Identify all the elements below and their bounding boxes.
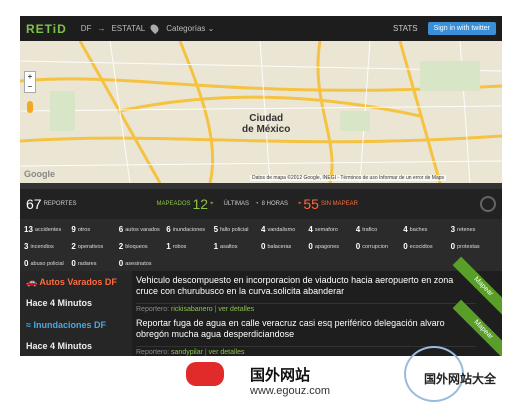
category-item[interactable]: 5 fallo policial	[214, 221, 261, 238]
categories-label: Categorías	[166, 24, 206, 33]
total-reports-label: REPORTES	[43, 201, 77, 207]
category-item[interactable]: 6 inundaciones	[166, 221, 213, 238]
category-item[interactable]: 3 incendios	[24, 238, 71, 255]
street-view-pegman-icon[interactable]	[27, 101, 33, 113]
report-category-panel: 🚗 Autos Varados DF Hace 4 Minutos	[20, 271, 132, 314]
watermark-right-text: 国外网站大全	[424, 372, 497, 386]
report-time: Hace 4 Minutos	[26, 341, 93, 351]
category-item[interactable]: 9 otros	[71, 221, 118, 238]
unmapped-label: SIN MAPEAR	[320, 201, 358, 207]
category-item[interactable]: 0 radares	[71, 255, 118, 272]
categories-dropdown[interactable]: Categorías ⌄	[166, 24, 214, 33]
reporter-label: Reportero:	[136, 349, 170, 356]
category-item[interactable]: 0 ecocidios	[403, 238, 450, 255]
category-item[interactable]: 0 balaceras	[261, 238, 308, 255]
zoom-in-button[interactable]: +	[25, 72, 35, 82]
total-reports-count: 67	[26, 196, 42, 212]
unmapped-count: 55	[303, 196, 319, 212]
zoom-control[interactable]: + −	[24, 71, 36, 93]
twitter-signin-button[interactable]: Sign in with twitter	[427, 22, 496, 35]
map-view[interactable]: Ciudad de México + − Google Datos de mapa…	[20, 41, 502, 183]
reporter-label: Reportero:	[136, 306, 170, 313]
map-attribution[interactable]: Datos de mapa ©2012 Google, INEGI - Térm…	[250, 175, 447, 181]
category-item[interactable]: 0 corrupcion	[356, 238, 403, 255]
breadcrumb-state[interactable]: ESTATAL	[111, 24, 145, 33]
category-item[interactable]: 3 retenes	[451, 221, 498, 238]
category-item[interactable]: 4 semaforo	[308, 221, 355, 238]
details-link[interactable]: ver detalles	[218, 306, 254, 313]
category-grid: 13 accidentes 9 otros 6 autos varados 6 inun…	[20, 219, 502, 271]
map-roads	[20, 41, 502, 183]
location-pin-icon[interactable]	[149, 22, 161, 35]
report-category-panel: ≈ Inundaciones DF Hace 4 Minutos	[20, 314, 132, 356]
zoom-out-button[interactable]: −	[25, 82, 35, 92]
category-item[interactable]: 2 operativos	[71, 238, 118, 255]
category-item[interactable]: 0 asesinatos	[119, 255, 166, 272]
geodata-logo	[480, 196, 496, 212]
category-item[interactable]: 0 protestas	[451, 238, 498, 255]
breadcrumb-arrow: →	[97, 24, 106, 33]
watermark-url: www.egouz.com	[250, 385, 331, 397]
hours-label: 8 HORAS	[261, 201, 288, 207]
watermark-logo-icon	[186, 362, 224, 386]
watermark-title: 国外网站	[250, 367, 311, 384]
report-category[interactable]: 🚗 Autos Varados DF	[26, 277, 117, 288]
breadcrumb-region[interactable]: DF	[81, 24, 92, 33]
category-item[interactable]: 13 accidentes	[24, 221, 71, 238]
report-time: Hace 4 Minutos	[26, 298, 93, 308]
report-category[interactable]: ≈ Inundaciones DF	[26, 320, 106, 330]
clock-icon: ◔	[255, 201, 259, 207]
category-item[interactable]: 0 apagones	[308, 238, 355, 255]
report-item: 🚗 Autos Varados DF Hace 4 Minutos Vehicu…	[20, 256, 502, 318]
report-feed: 🚗 Autos Varados DF Hace 4 Minutos Vehicu…	[20, 256, 502, 356]
report-summary: 67 REPORTES MAPEADOS 12 ⌖ ÚLTIMAS ◔ 8 HO…	[20, 189, 502, 219]
details-link[interactable]: ver detalles	[209, 349, 245, 356]
reporter-link[interactable]: sandypilar	[171, 349, 203, 356]
category-item[interactable]: 0 abuso policial	[24, 255, 71, 272]
category-item[interactable]: 6 autos varados	[119, 221, 166, 238]
report-meta: Reportero: rickisabanero | ver detalles	[136, 303, 476, 313]
report-text: Vehiculo descompuesto en incorporacion d…	[136, 275, 454, 296]
category-item[interactable]: 4 trafico	[356, 221, 403, 238]
chevron-down-icon: ⌄	[207, 24, 215, 33]
category-item[interactable]: 4 baches	[403, 221, 450, 238]
category-item[interactable]: 1 robos	[166, 238, 213, 255]
report-text: Reportar fuga de agua en calle veracruz …	[136, 318, 445, 339]
category-item[interactable]: 2 bloqueos	[119, 238, 166, 255]
mapped-count: 12	[192, 196, 209, 212]
map-city-label: Ciudad de México	[242, 113, 291, 135]
top-bar: RETiD DF → ESTATAL Categorías ⌄ STATS Si…	[20, 16, 502, 41]
last-label: ÚLTIMAS	[223, 201, 250, 207]
map-pin-icon: ⌖	[210, 200, 214, 207]
reporter-link[interactable]: rickisabanero	[171, 306, 213, 313]
logo[interactable]: RETiD	[26, 22, 67, 36]
car-icon: 🚗	[26, 277, 38, 287]
unmapped-pin-icon: ⌖	[298, 200, 302, 207]
category-item[interactable]: 1 asaltos	[214, 238, 261, 255]
google-logo: Google	[24, 169, 55, 179]
water-icon: ≈	[26, 320, 31, 330]
mapped-label: MAPEADOS	[156, 201, 191, 207]
stats-link[interactable]: STATS	[393, 24, 418, 33]
app-frame: RETiD DF → ESTATAL Categorías ⌄ STATS Si…	[20, 16, 502, 356]
category-item[interactable]: 4 vandalismo	[261, 221, 308, 238]
